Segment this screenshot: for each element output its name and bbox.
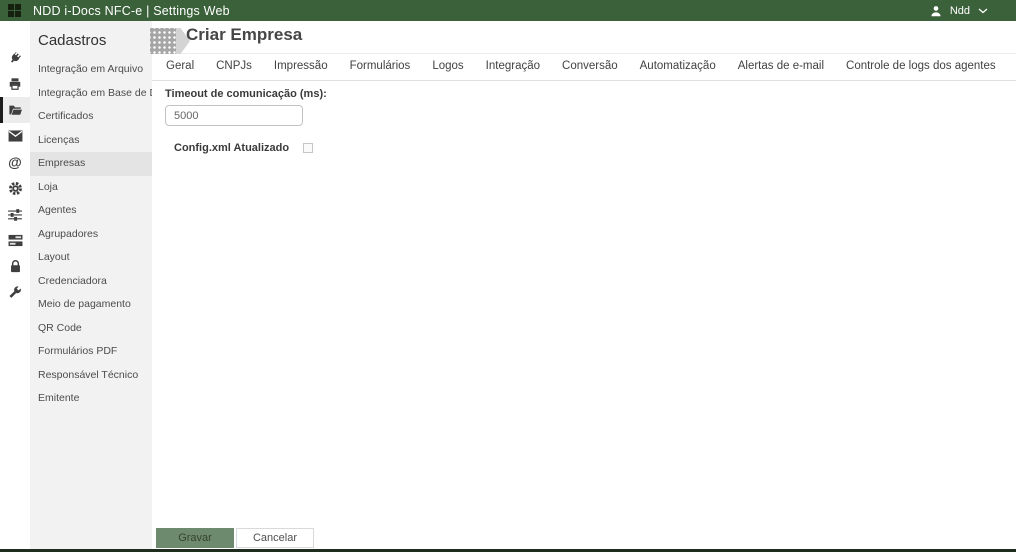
tab-alertas-de-email[interactable]: Alertas de e-mail bbox=[727, 53, 835, 80]
sidebar-item-loja[interactable]: Loja bbox=[30, 176, 152, 200]
chevron-down-icon bbox=[978, 8, 988, 13]
configxml-label: Config.xml Atualizado bbox=[174, 142, 290, 154]
sidebar-item-qr-code[interactable]: QR Code bbox=[30, 317, 152, 341]
sidebar-item-certificados[interactable]: Certificados bbox=[30, 105, 152, 129]
sidebar-title: Cadastros bbox=[38, 32, 107, 49]
rail-gear-icon[interactable] bbox=[0, 175, 30, 201]
configxml-checkbox[interactable] bbox=[303, 143, 314, 153]
sidebar-item-integracao-em-base-de-dados[interactable]: Integração em Base de Dados bbox=[30, 82, 180, 106]
user-name: Ndd bbox=[949, 4, 970, 17]
icon-rail: @ bbox=[0, 21, 30, 549]
tab-logos[interactable]: Logos bbox=[421, 53, 474, 80]
tab-formularios[interactable]: Formulários bbox=[339, 53, 422, 80]
page-title: Criar Empresa bbox=[186, 25, 303, 44]
rail-envelope-icon[interactable] bbox=[0, 123, 30, 149]
apps-grid-icon[interactable] bbox=[8, 4, 21, 17]
app-window: NDD i-Docs NFC-e | Settings Web Ndd @ Ca… bbox=[0, 0, 1016, 557]
app-title: NDD i-Docs NFC-e | Settings Web bbox=[33, 3, 230, 18]
sidebar-item-credenciadora[interactable]: Credenciadora bbox=[30, 270, 152, 294]
sidebar-item-empresas[interactable]: Empresas bbox=[30, 152, 152, 176]
user-menu[interactable]: Ndd bbox=[930, 5, 988, 17]
sidebar-item-layout[interactable]: Layout bbox=[30, 246, 152, 270]
rail-at-sign-icon[interactable]: @ bbox=[0, 149, 30, 175]
rail-wrench-icon[interactable] bbox=[0, 279, 30, 305]
tab-geral[interactable]: Geral bbox=[155, 53, 205, 80]
cancel-button[interactable]: Cancelar bbox=[236, 528, 314, 548]
save-button[interactable]: Gravar bbox=[156, 528, 234, 548]
sidebar-item-responsavel-tecnico[interactable]: Responsável Técnico bbox=[30, 364, 152, 388]
sidebar-cadastros: Cadastros Integração em Arquivo Integraç… bbox=[30, 21, 180, 549]
configxml-row: Config.xml Atualizado bbox=[165, 142, 1016, 154]
tab-impressao[interactable]: Impressão bbox=[263, 53, 339, 80]
rail-sliders-icon[interactable] bbox=[0, 201, 30, 227]
main-content: Criar Empresa Geral CNPJs Impressão Form… bbox=[150, 21, 1016, 549]
topbar: NDD i-Docs NFC-e | Settings Web Ndd bbox=[0, 0, 1016, 21]
rail-plug-icon[interactable] bbox=[0, 45, 30, 71]
user-icon bbox=[931, 5, 941, 16]
rail-lock-icon[interactable] bbox=[0, 253, 30, 279]
virtual-router-form: Timeout de comunicação (ms): Config.xml … bbox=[152, 81, 1016, 154]
sidebar-item-formularios-pdf[interactable]: Formulários PDF bbox=[30, 340, 152, 364]
tab-cnpjs[interactable]: CNPJs bbox=[205, 53, 263, 80]
bottom-status-bar bbox=[0, 549, 1016, 552]
page-header: Criar Empresa bbox=[150, 21, 1016, 54]
tab-integracao[interactable]: Integração bbox=[475, 53, 551, 80]
sidebar-item-integracao-em-arquivo[interactable]: Integração em Arquivo bbox=[30, 58, 152, 82]
rail-layers-icon[interactable] bbox=[0, 227, 30, 253]
sidebar-item-emitente[interactable]: Emitente bbox=[30, 387, 152, 411]
tab-conversao[interactable]: Conversão bbox=[551, 53, 629, 80]
tab-bar: Geral CNPJs Impressão Formulários Logos … bbox=[152, 54, 1016, 81]
sidebar-item-licencas[interactable]: Licenças bbox=[30, 129, 152, 153]
timeout-label: Timeout de comunicação (ms): bbox=[165, 88, 327, 100]
rail-printer-icon[interactable] bbox=[0, 71, 30, 97]
tab-automatizacao[interactable]: Automatização bbox=[629, 53, 727, 80]
timeout-input[interactable] bbox=[165, 105, 303, 126]
sidebar-item-agrupadores[interactable]: Agrupadores bbox=[30, 223, 152, 247]
tab-controle-de-logs-dos-agentes[interactable]: Controle de logs dos agentes bbox=[835, 53, 1007, 80]
footer-buttons: Gravar Cancelar bbox=[156, 528, 314, 548]
sidebar-item-meio-de-pagamento[interactable]: Meio de pagamento bbox=[30, 293, 152, 317]
tab-monitoramento-do-agente[interactable]: Monitoramento do Agente bbox=[1007, 53, 1016, 80]
rail-folder-open-icon[interactable] bbox=[0, 97, 30, 123]
sidebar-item-agentes[interactable]: Agentes bbox=[30, 199, 152, 223]
